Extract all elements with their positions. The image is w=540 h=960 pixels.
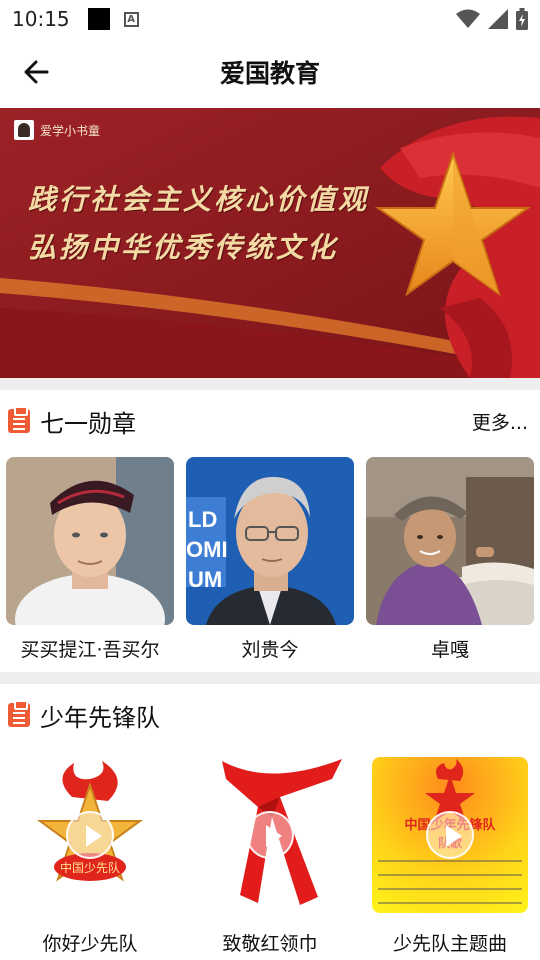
svg-text:UM: UM <box>188 567 222 592</box>
medal-card[interactable]: LD OMI UM 刘贵今 <box>186 457 354 662</box>
book-child-icon <box>14 120 34 140</box>
thumb-caption: 中国少先队 <box>60 860 120 875</box>
medal-card-name: 卓嘎 <box>430 639 469 661</box>
medal-section-title: 七一勋章 <box>40 409 136 438</box>
status-time: 10:15 <box>12 7 70 31</box>
arrow-left-icon <box>24 60 49 84</box>
notification-square-icon <box>87 8 110 30</box>
banner-slogan-2: 弘扬中华优秀传统文化 <box>28 231 339 264</box>
notification-a-icon: A <box>123 11 139 27</box>
video-title: 致敬红领巾 <box>222 933 318 955</box>
more-link[interactable]: 更多... <box>472 408 528 435</box>
wifi-icon <box>456 9 480 28</box>
portrait-image <box>6 457 174 625</box>
back-button[interactable] <box>16 52 56 92</box>
battery-charging-icon <box>516 8 528 30</box>
app-bar: 爱国教育 <box>0 38 540 106</box>
cell-signal-icon <box>488 9 508 29</box>
section-divider <box>0 378 540 390</box>
banner-logo-text: 爱学小书童 <box>40 123 101 138</box>
page-title: 爱国教育 <box>219 59 320 88</box>
clipboard-icon <box>8 406 30 433</box>
video-card[interactable]: 中国少先队 你好少先队 <box>5 757 175 956</box>
status-bar: 10:15 A <box>0 0 540 38</box>
pioneer-section-header: 少年先锋队 <box>0 686 540 744</box>
play-icon[interactable] <box>246 811 294 859</box>
play-icon[interactable] <box>66 811 114 859</box>
banner-slogan-1: 践行社会主义核心价值观 <box>28 183 370 216</box>
medal-card[interactable]: 卓嘎 <box>366 457 534 662</box>
medal-card-name: 刘贵今 <box>241 639 299 661</box>
medal-card-name: 买买提江·吾买尔 <box>20 639 160 661</box>
video-title: 你好少先队 <box>42 933 138 955</box>
medal-card[interactable]: 买买提江·吾买尔 <box>6 457 174 662</box>
clipboard-icon <box>8 700 30 727</box>
banner[interactable]: 爱学小书童 践行社会主义核心价值观 弘扬中华优秀传统文化 <box>0 108 540 378</box>
play-icon[interactable] <box>426 811 474 859</box>
svg-text:OMI: OMI <box>186 537 228 562</box>
banner-logo: 爱学小书童 <box>14 120 100 140</box>
video-card[interactable]: 致敬红领巾 <box>185 757 355 956</box>
video-card[interactable]: 中国少年先锋队 队歌 少先队主题曲 <box>365 757 535 956</box>
video-thumbnail: 中国少年先锋队 队歌 <box>372 757 528 913</box>
medal-section-header: 七一勋章 更多... <box>0 392 540 450</box>
video-thumbnail <box>192 757 348 913</box>
video-thumbnail: 中国少先队 <box>12 757 168 913</box>
section-divider <box>0 672 540 684</box>
portrait-image <box>366 457 534 625</box>
video-title: 少先队主题曲 <box>392 933 507 955</box>
svg-text:LD: LD <box>188 507 217 532</box>
pioneer-section-title: 少年先锋队 <box>40 703 160 732</box>
portrait-image: LD OMI UM <box>186 457 354 625</box>
